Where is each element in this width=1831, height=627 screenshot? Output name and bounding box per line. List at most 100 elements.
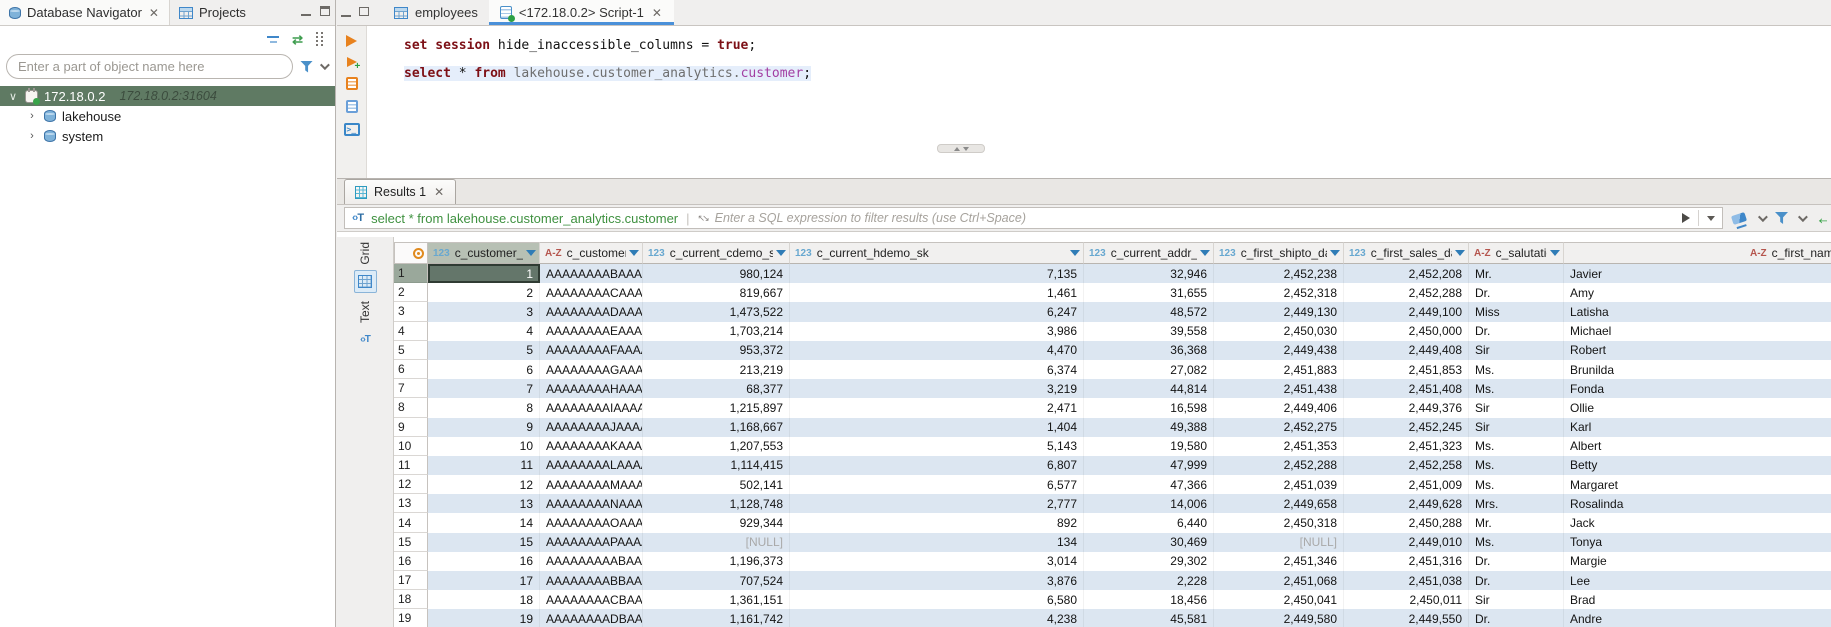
table-cell[interactable]: Mrs. — [1469, 494, 1564, 513]
table-row[interactable]: 99AAAAAAAAJAAAAAAA1,168,6671,40449,3882,… — [394, 418, 1831, 437]
table-cell[interactable]: 19,580 — [1084, 437, 1214, 456]
table-row[interactable]: 1313AAAAAAAANAAAAAAA1,128,7482,77714,006… — [394, 494, 1831, 513]
table-row[interactable]: 1919AAAAAAAADBAAAAAA1,161,7424,23845,581… — [394, 609, 1831, 627]
table-cell[interactable]: 3,219 — [790, 379, 1084, 398]
table-cell[interactable]: AAAAAAAAABAAAAAA — [540, 552, 643, 571]
tab-sql-script[interactable]: <172.18.0.2> Script-1 ✕ — [489, 0, 674, 25]
table-cell[interactable]: 1,404 — [790, 418, 1084, 437]
table-cell[interactable]: 2,452,288 — [1344, 283, 1469, 302]
table-cell[interactable]: 2,451,346 — [1214, 552, 1344, 571]
table-cell[interactable]: Sir — [1469, 418, 1564, 437]
table-cell[interactable]: 2,451,323 — [1344, 437, 1469, 456]
table-cell[interactable]: 2,452,275 — [1214, 418, 1344, 437]
table-cell[interactable]: Ms. — [1469, 475, 1564, 494]
table-cell[interactable]: AAAAAAAADAAAAAAA — [540, 302, 643, 321]
row-number-cell[interactable]: 8 — [394, 398, 428, 417]
table-row[interactable]: 11AAAAAAAABAAAAAAA980,1247,13532,9462,45… — [394, 264, 1831, 283]
expand-filter-icon[interactable]: ↖↘ — [698, 213, 707, 224]
table-cell[interactable]: 17 — [428, 571, 540, 590]
table-cell[interactable]: AAAAAAAAMAAAAAAA — [540, 475, 643, 494]
column-header-c_customer_sk[interactable]: 123c_customer_sk — [428, 242, 540, 264]
tab-results-1[interactable]: Results 1 ✕ — [344, 179, 456, 204]
sql-line[interactable]: select * from lakehouse.customer_analyti… — [404, 60, 1831, 88]
sort-filter-arrow-icon[interactable] — [526, 250, 536, 256]
table-cell[interactable]: Ollie — [1564, 398, 1831, 417]
column-header-c_first_sales_date_sk[interactable]: 123c_first_sales_date_sk — [1344, 242, 1469, 264]
sort-filter-arrow-icon[interactable] — [1200, 250, 1210, 256]
table-cell[interactable]: 2,451,353 — [1214, 437, 1344, 456]
editor-scrollbar-handle[interactable] — [937, 144, 985, 153]
table-row[interactable]: 55AAAAAAAAFAAAAAAA953,3724,47036,3682,44… — [394, 341, 1831, 360]
table-cell[interactable]: Albert — [1564, 437, 1831, 456]
table-cell[interactable]: 2,452,245 — [1344, 418, 1469, 437]
table-cell[interactable]: 5 — [428, 341, 540, 360]
chevron-down-icon[interactable] — [320, 60, 330, 70]
table-cell[interactable]: 16 — [428, 552, 540, 571]
sort-filter-arrow-icon[interactable] — [1070, 250, 1080, 256]
table-cell[interactable]: 2,450,288 — [1344, 513, 1469, 532]
table-cell[interactable]: 4 — [428, 322, 540, 341]
table-cell[interactable]: Brad — [1564, 590, 1831, 609]
table-cell[interactable]: Ms. — [1469, 456, 1564, 475]
table-cell[interactable]: AAAAAAAAEAAAAAAA — [540, 322, 643, 341]
table-cell[interactable]: 707,524 — [643, 571, 790, 590]
table-cell[interactable]: 1,473,522 — [643, 302, 790, 321]
table-cell[interactable]: 2 — [428, 283, 540, 302]
table-cell[interactable]: 2,449,408 — [1344, 341, 1469, 360]
column-header-c_first_name[interactable]: A-Zc_first_name — [1564, 242, 1831, 264]
table-cell[interactable]: 1,207,553 — [643, 437, 790, 456]
table-cell[interactable]: Margie — [1564, 552, 1831, 571]
row-number-cell[interactable]: 5 — [394, 341, 428, 360]
table-cell[interactable]: AAAAAAAAOAAAAAAA — [540, 513, 643, 532]
table-cell[interactable]: 2,451,438 — [1214, 379, 1344, 398]
table-cell[interactable]: Robert — [1564, 341, 1831, 360]
back-arrow-icon[interactable]: ← — [1815, 209, 1827, 228]
table-cell[interactable]: Dr. — [1469, 283, 1564, 302]
row-number-cell[interactable]: 1 — [394, 264, 428, 283]
row-number-cell[interactable]: 3 — [394, 302, 428, 321]
row-number-cell[interactable]: 15 — [394, 533, 428, 552]
minimize-icon[interactable] — [341, 15, 351, 17]
table-cell[interactable]: AAAAAAAACBAAAAAA — [540, 590, 643, 609]
table-cell[interactable]: 1,196,373 — [643, 552, 790, 571]
table-cell[interactable]: 2,452,288 — [1214, 456, 1344, 475]
table-cell[interactable]: AAAAAAAAHAAAAAAA — [540, 379, 643, 398]
table-cell[interactable]: Rosalinda — [1564, 494, 1831, 513]
table-cell[interactable]: Ms. — [1469, 379, 1564, 398]
table-row[interactable]: 77AAAAAAAAHAAAAAAA68,3773,21944,8142,451… — [394, 379, 1831, 398]
table-cell[interactable]: 8 — [428, 398, 540, 417]
presentation-tab-text[interactable]: Text ‹›T — [354, 301, 377, 351]
table-cell[interactable]: Latisha — [1564, 302, 1831, 321]
table-cell[interactable]: 2,452,318 — [1214, 283, 1344, 302]
table-cell[interactable]: 1,215,897 — [643, 398, 790, 417]
tab-database-navigator[interactable]: Database Navigator ✕ — [0, 0, 170, 25]
filter-input[interactable]: ‹›T select * from lakehouse.customer_ana… — [344, 207, 1723, 229]
sort-filter-arrow-icon[interactable] — [776, 250, 786, 256]
table-cell[interactable]: 11 — [428, 456, 540, 475]
table-cell[interactable]: 502,141 — [643, 475, 790, 494]
sort-filter-arrow-icon[interactable] — [629, 250, 639, 256]
column-header-c_salutation[interactable]: A-Zc_salutation — [1469, 242, 1564, 264]
sort-filter-arrow-icon[interactable] — [1550, 250, 1560, 256]
table-cell[interactable]: 2,471 — [790, 398, 1084, 417]
table-cell[interactable]: 29,302 — [1084, 552, 1214, 571]
table-cell[interactable]: 2,449,100 — [1344, 302, 1469, 321]
table-cell[interactable]: 44,814 — [1084, 379, 1214, 398]
table-cell[interactable]: 15 — [428, 533, 540, 552]
table-cell[interactable]: 892 — [790, 513, 1084, 532]
row-number-cell[interactable]: 17 — [394, 571, 428, 590]
table-cell[interactable]: 2,450,011 — [1344, 590, 1469, 609]
table-cell[interactable]: [NULL] — [1214, 533, 1344, 552]
table-cell[interactable]: 2,449,628 — [1344, 494, 1469, 513]
table-cell[interactable]: 2,451,316 — [1344, 552, 1469, 571]
table-cell[interactable]: 12 — [428, 475, 540, 494]
table-cell[interactable]: Tonya — [1564, 533, 1831, 552]
table-cell[interactable]: 6,440 — [1084, 513, 1214, 532]
table-cell[interactable]: 2,451,068 — [1214, 571, 1344, 590]
table-cell[interactable]: 2,777 — [790, 494, 1084, 513]
table-cell[interactable]: Lee — [1564, 571, 1831, 590]
table-cell[interactable]: Sir — [1469, 398, 1564, 417]
table-cell[interactable]: 6,580 — [790, 590, 1084, 609]
execute-new-tab-icon[interactable] — [347, 57, 357, 67]
table-cell[interactable]: Ms. — [1469, 360, 1564, 379]
